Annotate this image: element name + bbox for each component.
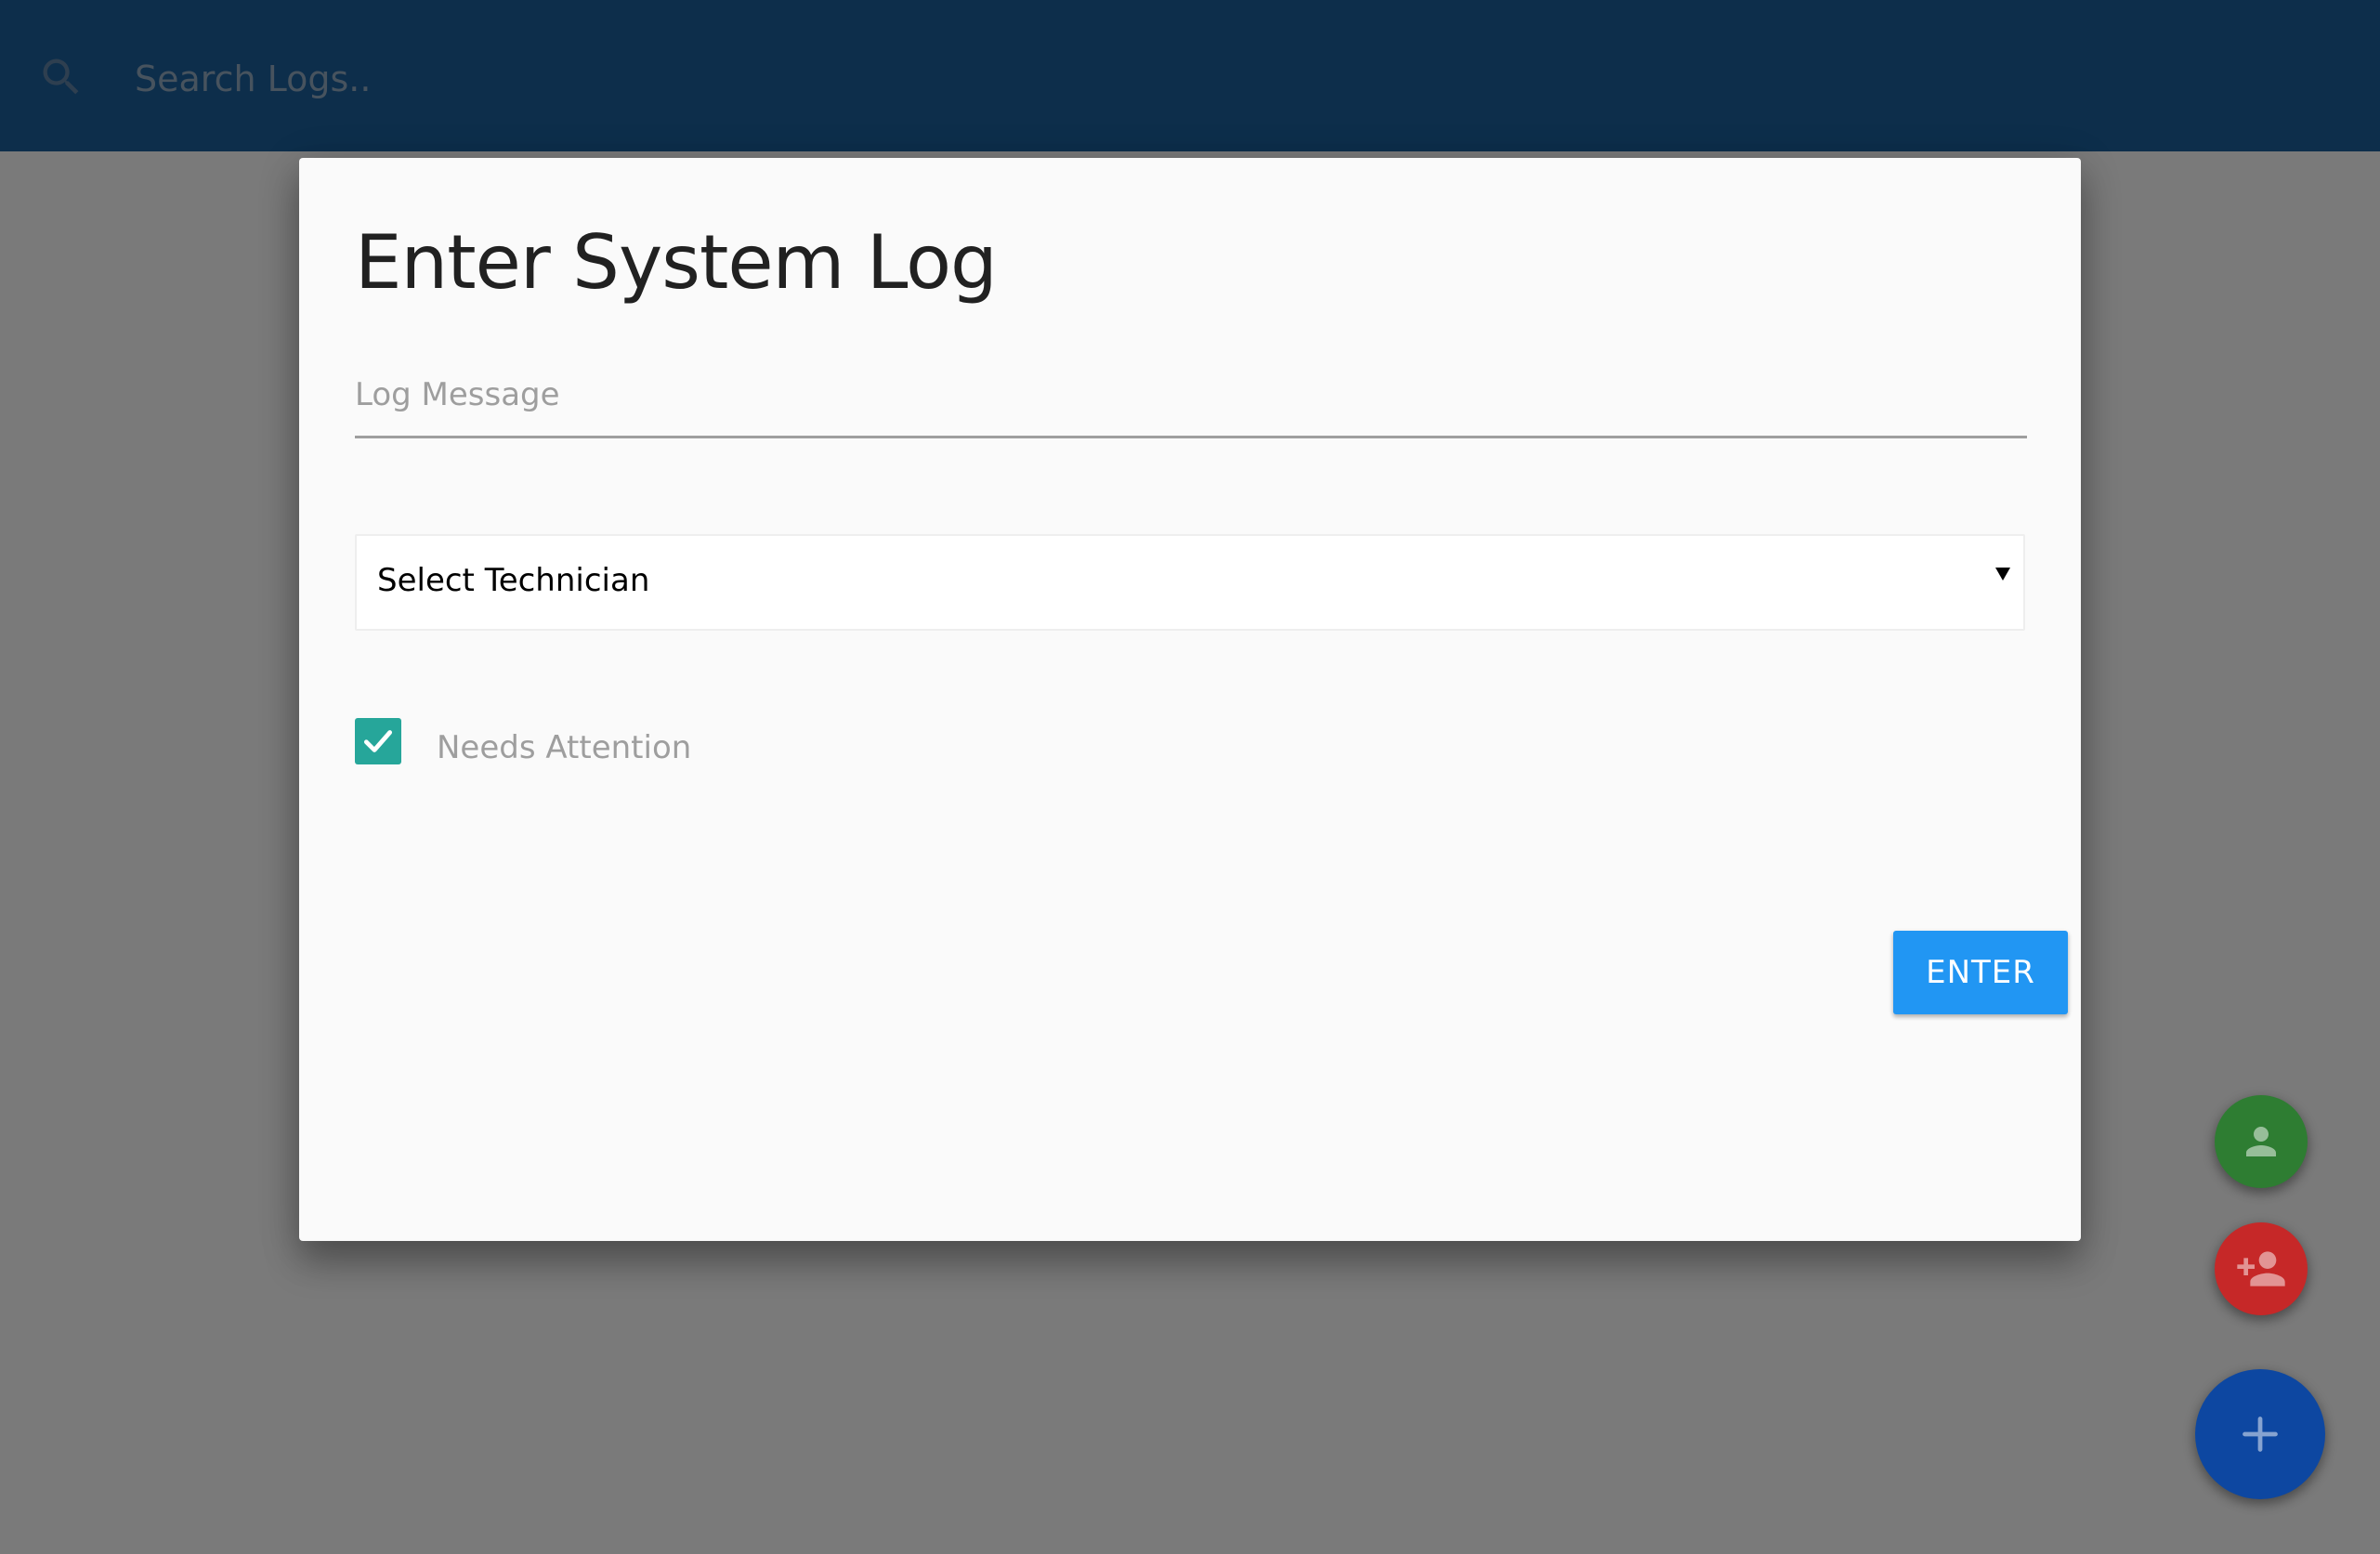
- needs-attention-label[interactable]: Needs Attention: [437, 729, 691, 766]
- enter-log-modal: Enter System Log Select Technician Needs…: [299, 158, 2081, 1241]
- log-message-input[interactable]: [355, 358, 2027, 432]
- checkmark-icon: [363, 730, 393, 752]
- needs-attention-row: Needs Attention: [355, 713, 691, 769]
- needs-attention-checkbox[interactable]: [355, 718, 401, 764]
- user-fab-button[interactable]: [2215, 1095, 2308, 1188]
- log-message-field: [355, 358, 2027, 438]
- dropdown-arrow-icon: [1995, 568, 2010, 581]
- modal-title: Enter System Log: [355, 219, 998, 306]
- add-user-fab-button[interactable]: [2215, 1222, 2308, 1315]
- person-icon: [2246, 1127, 2276, 1156]
- person-add-icon: [2237, 1251, 2285, 1286]
- add-log-fab-button[interactable]: [2195, 1369, 2325, 1499]
- technician-select[interactable]: Select Technician: [355, 534, 2025, 631]
- enter-button[interactable]: ENTER: [1893, 931, 2068, 1014]
- page: Enter System Log Select Technician Needs…: [0, 0, 2380, 1554]
- technician-select-value: Select Technician: [377, 562, 650, 599]
- plus-icon: [2243, 1417, 2278, 1452]
